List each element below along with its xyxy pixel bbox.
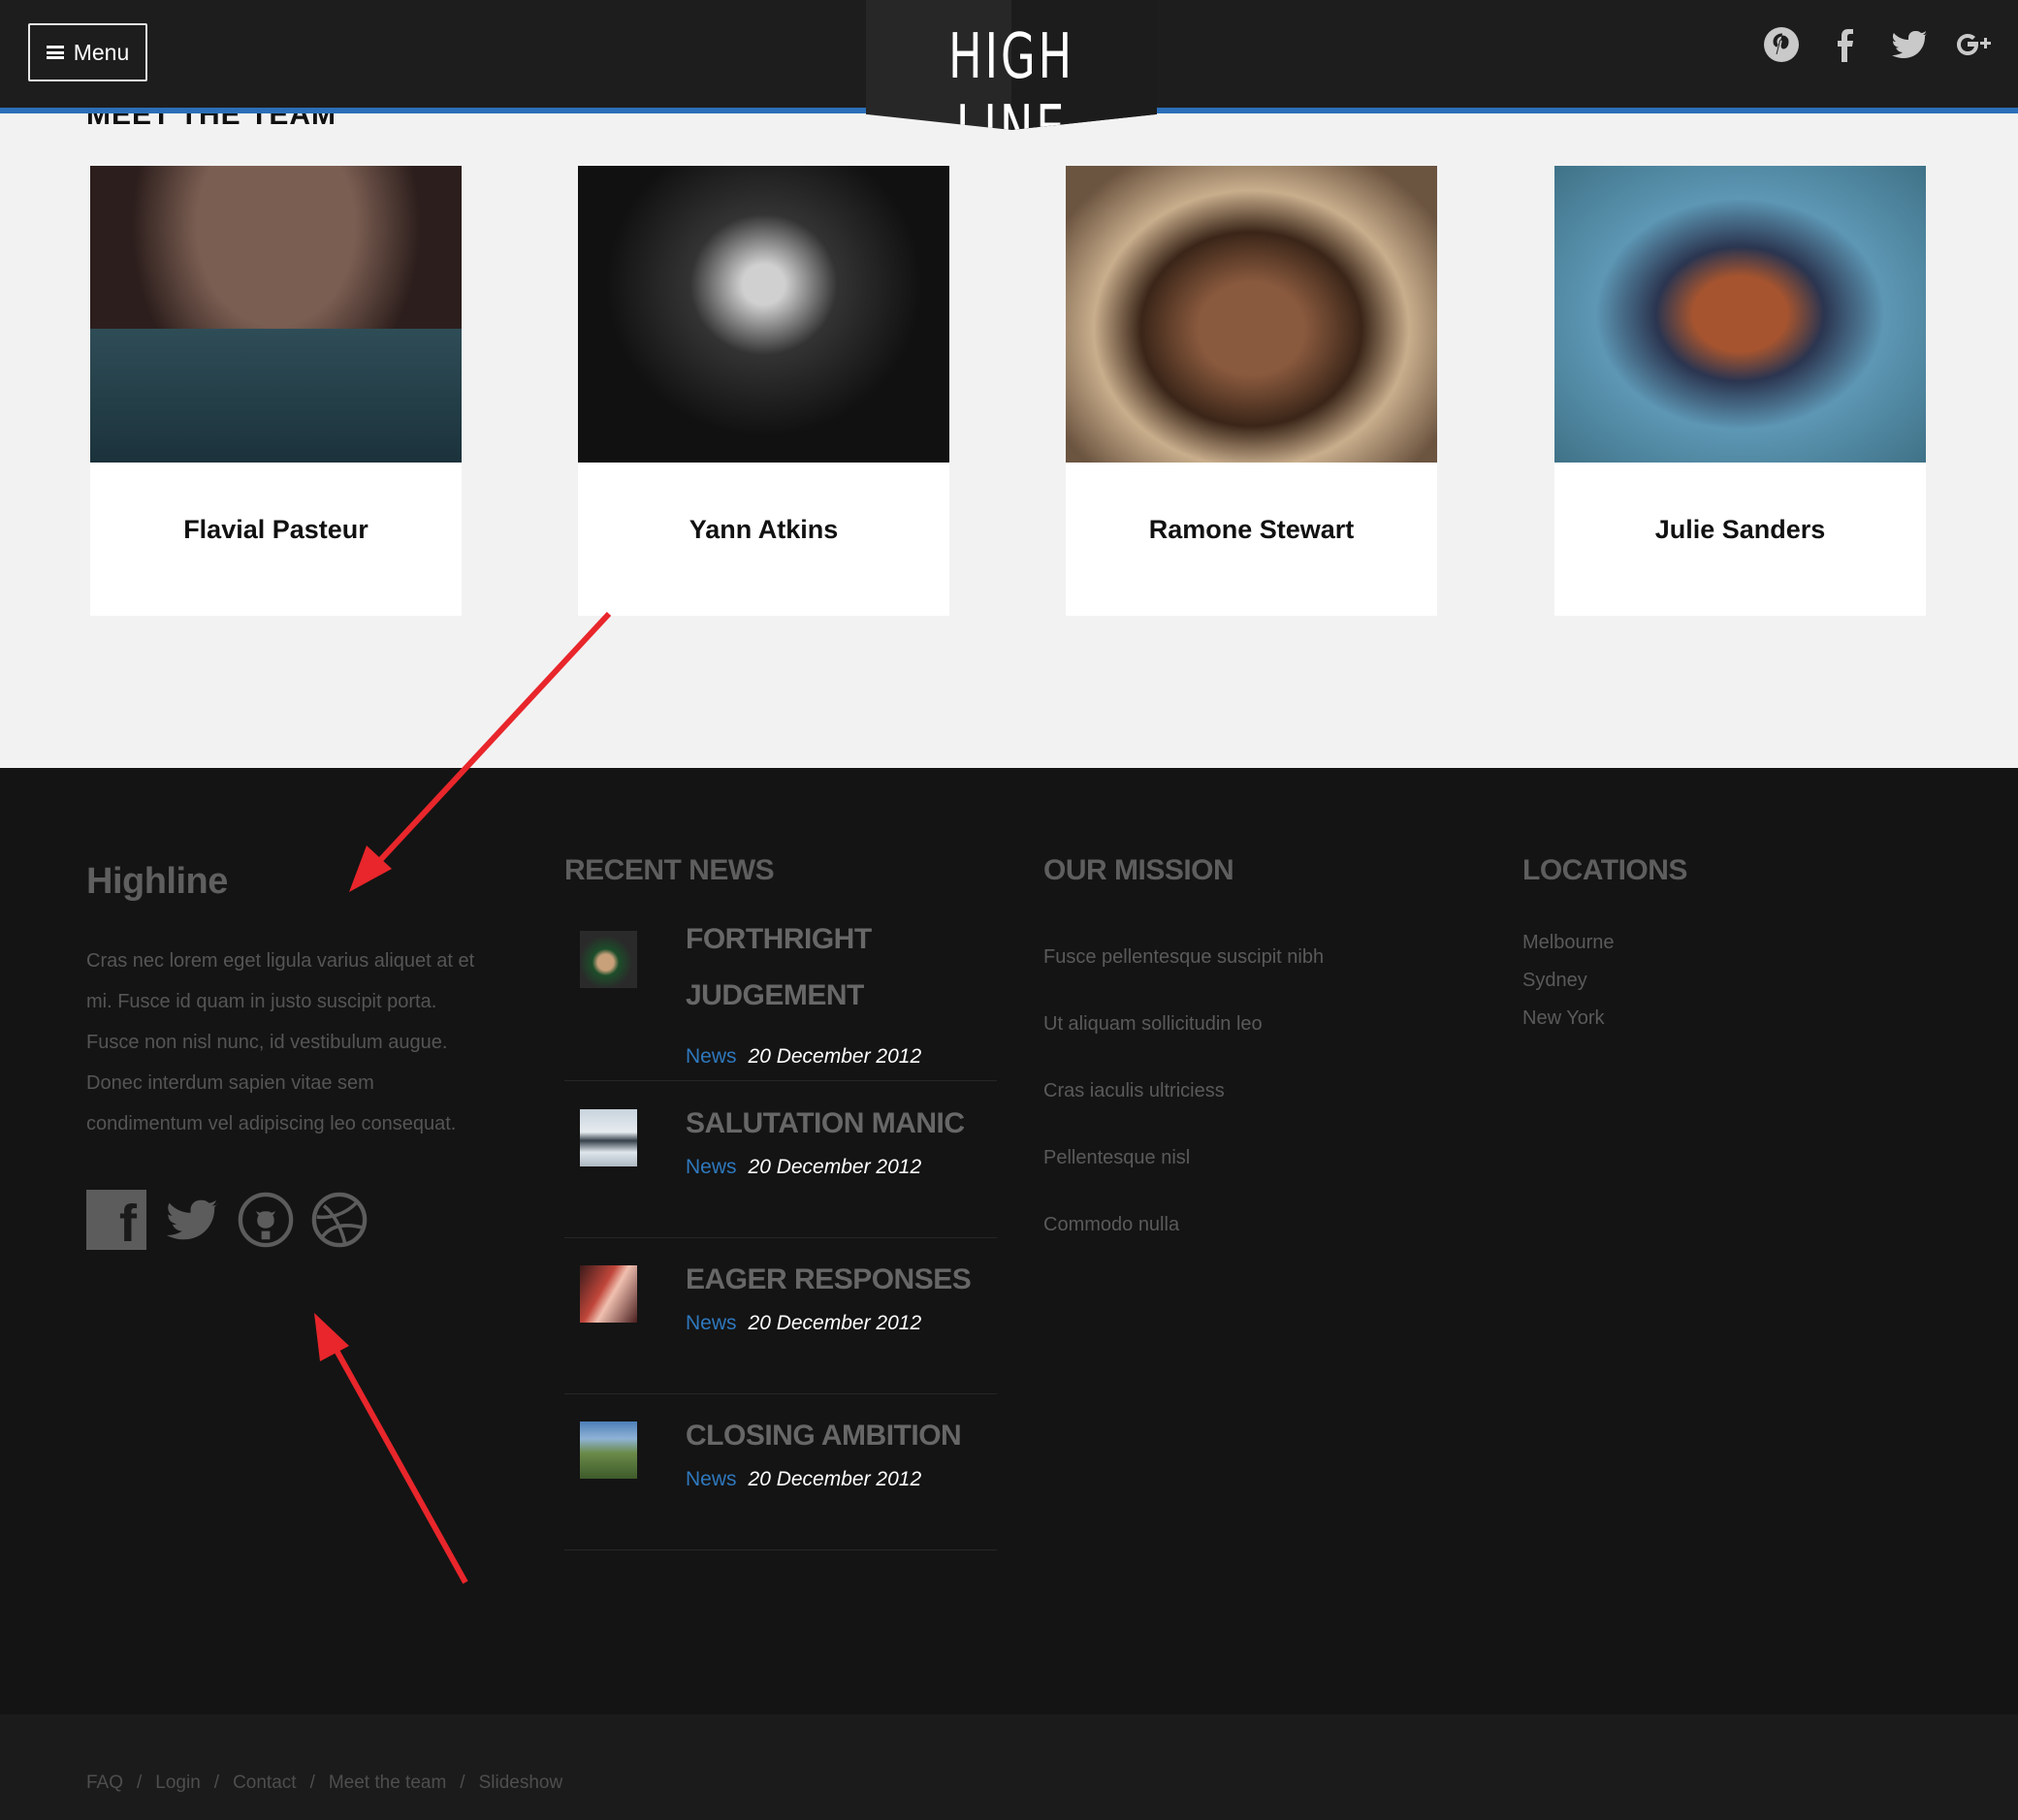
recent-news-title: RECENT NEWS	[564, 854, 775, 886]
team-member-name: Ramone Stewart	[1148, 515, 1355, 544]
footer-brand-title: Highline	[86, 861, 228, 902]
footer-bottom-bar: FAQ / Login / Contact / Meet the team / …	[0, 1714, 2018, 1820]
logo-badge[interactable]: HIGH LINE	[866, 0, 1157, 130]
footer-link-slideshow[interactable]: Slideshow	[479, 1772, 563, 1794]
facebook-icon[interactable]: f	[86, 1190, 146, 1250]
location-item[interactable]: Melbourne	[1522, 932, 1615, 954]
team-member-photo	[90, 166, 462, 463]
news-date: 20 December 2012	[748, 1312, 922, 1334]
twitter-icon[interactable]	[1890, 25, 1929, 64]
news-thumbnail	[580, 931, 637, 988]
news-title[interactable]: SALUTATION MANIC	[686, 1096, 996, 1152]
mission-item: Cras iaculis ultriciess	[1043, 1080, 1225, 1102]
footer-link-faq[interactable]: FAQ	[86, 1772, 123, 1794]
news-item[interactable]: EAGER RESPONSES News 20 December 2012	[564, 1238, 997, 1394]
github-icon[interactable]	[238, 1192, 294, 1248]
locations-title: LOCATIONS	[1522, 854, 1687, 886]
news-date: 20 December 2012	[748, 1045, 922, 1068]
footer-link-login[interactable]: Login	[155, 1772, 201, 1794]
mission-item: Commodo nulla	[1043, 1214, 1180, 1235]
site-footer: Highline Cras nec lorem eget ligula vari…	[0, 768, 2018, 1714]
location-item[interactable]: New York	[1522, 1007, 1605, 1030]
separator: /	[460, 1772, 465, 1793]
footer-link-meet-the-team[interactable]: Meet the team	[329, 1772, 446, 1794]
news-item[interactable]: FORTHRIGHT JUDGEMENT News 20 December 201…	[564, 911, 997, 1081]
team-member-card[interactable]: Yann Atkins	[578, 166, 949, 616]
news-title[interactable]: FORTHRIGHT JUDGEMENT	[686, 911, 996, 1024]
pinterest-icon[interactable]	[1762, 25, 1801, 64]
separator: /	[213, 1772, 220, 1793]
team-member-name: Yann Atkins	[689, 515, 839, 544]
separator: /	[137, 1772, 143, 1793]
mission-item: Pellentesque nisl	[1043, 1147, 1191, 1168]
news-thumbnail	[580, 1109, 637, 1166]
team-member-card[interactable]: Flavial Pasteur	[90, 166, 462, 616]
news-category[interactable]: News	[686, 1468, 737, 1490]
news-title[interactable]: CLOSING AMBITION	[686, 1408, 996, 1464]
dribbble-icon[interactable]	[311, 1192, 368, 1248]
news-thumbnail	[580, 1421, 637, 1479]
team-member-card[interactable]: Julie Sanders	[1554, 166, 1926, 616]
news-meta: News 20 December 2012	[686, 1045, 921, 1069]
team-member-photo	[1066, 166, 1437, 463]
footer-about-text: Cras nec lorem eget ligula varius alique…	[86, 950, 475, 1134]
news-category[interactable]: News	[686, 1312, 737, 1334]
news-item[interactable]: SALUTATION MANIC News 20 December 2012	[564, 1082, 997, 1238]
footer-nav: FAQ / Login / Contact / Meet the team / …	[86, 1772, 562, 1794]
facebook-icon[interactable]	[1826, 25, 1865, 64]
team-member-photo	[578, 166, 949, 463]
news-title[interactable]: EAGER RESPONSES	[686, 1252, 996, 1308]
separator: /	[309, 1772, 315, 1793]
footer-link-contact[interactable]: Contact	[233, 1772, 296, 1794]
footer-social-links: f	[86, 1190, 368, 1250]
site-logo: HIGH LINE	[947, 21, 1075, 165]
header-social-links	[1762, 25, 1993, 64]
news-meta: News 20 December 2012	[686, 1468, 921, 1491]
news-category[interactable]: News	[686, 1045, 737, 1068]
mission-item: Fusce pellentesque suscipit nibh	[1043, 946, 1325, 968]
mission-item: Ut aliquam sollicitudin leo	[1043, 1013, 1263, 1035]
mission-title: OUR MISSION	[1043, 854, 1234, 886]
team-member-name: Julie Sanders	[1654, 515, 1826, 544]
team-member-photo	[1554, 166, 1926, 463]
team-member-card[interactable]: Ramone Stewart	[1066, 166, 1437, 616]
location-item[interactable]: Sydney	[1522, 970, 1587, 992]
news-thumbnail	[580, 1265, 637, 1323]
twitter-icon[interactable]	[164, 1192, 220, 1248]
menu-label: Menu	[73, 39, 130, 65]
hamburger-icon	[46, 46, 64, 59]
news-date: 20 December 2012	[748, 1468, 922, 1490]
google-plus-icon[interactable]	[1954, 25, 1993, 64]
team-member-name: Flavial Pasteur	[183, 515, 368, 544]
news-category[interactable]: News	[686, 1156, 737, 1178]
news-meta: News 20 December 2012	[686, 1156, 921, 1179]
news-meta: News 20 December 2012	[686, 1312, 921, 1335]
news-date: 20 December 2012	[748, 1156, 922, 1178]
menu-button[interactable]: Menu	[28, 23, 147, 81]
news-item[interactable]: CLOSING AMBITION News 20 December 2012	[564, 1394, 997, 1550]
